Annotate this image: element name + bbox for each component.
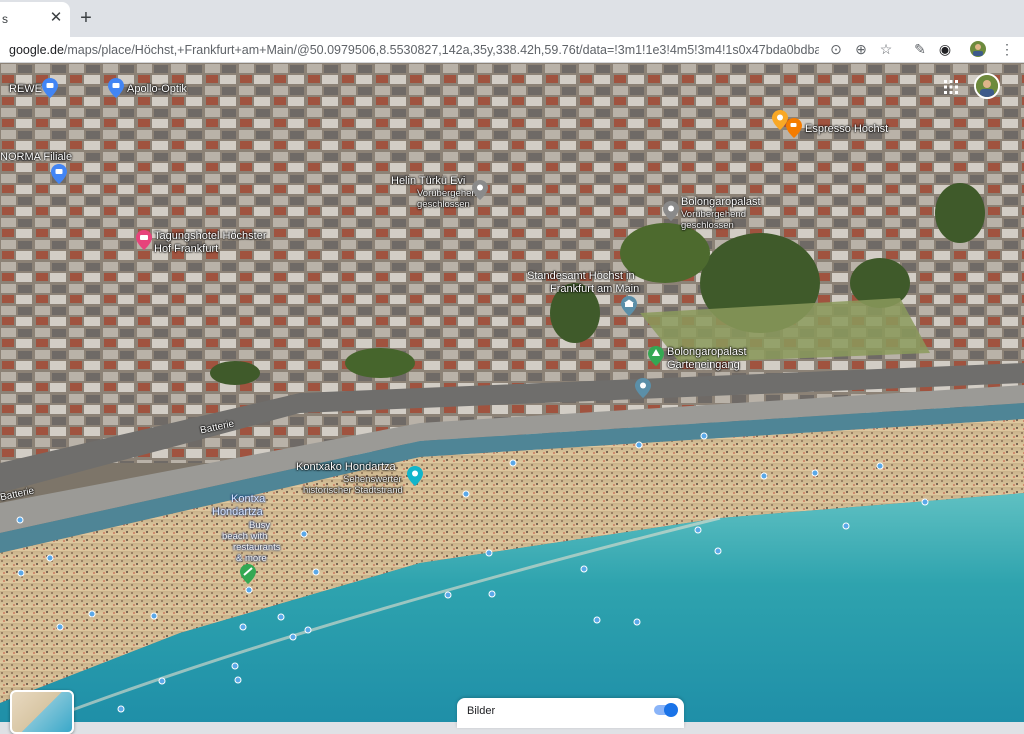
place-description-line2: historischer Stadtstrand bbox=[303, 485, 403, 496]
zoom-icon[interactable]: ⊕ bbox=[853, 41, 869, 57]
cafe-icon[interactable] bbox=[786, 118, 802, 138]
place-label-tagungshotel-line1[interactable]: Tagungshotel Höchster bbox=[154, 230, 267, 243]
place-label-rewe[interactable]: REWE bbox=[9, 83, 42, 96]
place-label-norma[interactable]: NORMA Filiale bbox=[0, 151, 72, 164]
active-tab[interactable]: s ✕ bbox=[0, 2, 70, 37]
satellite-imagery bbox=[0, 63, 1024, 722]
apps-grid-icon[interactable] bbox=[944, 80, 958, 94]
imagery-toggle[interactable] bbox=[654, 703, 678, 717]
url-field[interactable]: google.de/maps/place/Höchst,+Frankfurt+a… bbox=[9, 41, 819, 59]
shopping-icon[interactable] bbox=[51, 164, 67, 184]
place-status-line2: geschlossen bbox=[681, 220, 734, 231]
place-label-tagungshotel-line2[interactable]: Hof Frankfurt bbox=[154, 243, 218, 256]
shopping-icon[interactable] bbox=[108, 78, 124, 98]
place-description-line3: restaurants bbox=[233, 542, 281, 553]
url-host: google.de bbox=[9, 43, 64, 57]
place-label-bolongaropalast[interactable]: Bolongaropalast bbox=[681, 196, 761, 209]
place-label-garteneingang-line1[interactable]: Bolongaropalast bbox=[667, 346, 747, 359]
place-label-kontxa-line1[interactable]: Kontxa bbox=[231, 493, 265, 506]
place-description-line4: & more bbox=[236, 553, 267, 564]
extension-icon[interactable]: ◉ bbox=[937, 41, 953, 57]
place-icon[interactable] bbox=[472, 180, 488, 200]
place-status-line1: Vorübergehend bbox=[681, 209, 746, 220]
place-description-line2: beach with bbox=[222, 531, 268, 542]
place-description-line1: Sehenswerter bbox=[343, 474, 402, 485]
menu-icon[interactable]: ⋮ bbox=[999, 41, 1015, 57]
place-label-helin-turku-evi[interactable]: Helin Türkü Evi bbox=[391, 175, 465, 188]
place-label-standesamt-line1[interactable]: Standesamt Höchst in bbox=[527, 270, 635, 283]
place-description-line1: Busy bbox=[249, 520, 271, 531]
park-icon[interactable] bbox=[648, 346, 664, 366]
tab-strip: s ✕ + bbox=[0, 0, 1024, 37]
place-icon[interactable] bbox=[663, 201, 679, 221]
star-icon[interactable]: ☆ bbox=[878, 41, 894, 57]
place-label-apollo-optik[interactable]: Apollo-Optik bbox=[127, 83, 187, 96]
place-label-kontxako-hondartza[interactable]: Kontxako Hondartza bbox=[296, 461, 396, 474]
place-label-espresso-hoechst[interactable]: Espresso Höchst bbox=[805, 123, 888, 136]
profile-icon[interactable] bbox=[970, 41, 986, 57]
url-path: /maps/place/Höchst,+Frankfurt+am+Main/@5… bbox=[63, 43, 819, 57]
hotel-icon[interactable] bbox=[136, 230, 152, 250]
place-label-standesamt-line2[interactable]: Frankfurt am Main bbox=[550, 283, 639, 296]
map-view[interactable]: REWE Apollo-Optik NORMA Filiale Tagungsh… bbox=[0, 63, 1024, 722]
imagery-card: Bilder bbox=[457, 698, 684, 728]
place-label-garteneingang-line2[interactable]: Garteneingang bbox=[667, 359, 740, 372]
shopping-icon[interactable] bbox=[42, 78, 58, 98]
eyedropper-icon[interactable]: ✎ bbox=[912, 41, 928, 57]
address-bar: google.de/maps/place/Höchst,+Frankfurt+a… bbox=[0, 37, 1024, 63]
beach-icon[interactable] bbox=[240, 564, 256, 584]
layers-toggle-button[interactable] bbox=[10, 690, 74, 734]
close-icon[interactable]: ✕ bbox=[47, 9, 65, 27]
place-status-line2: geschlossen bbox=[417, 199, 470, 210]
attraction-icon[interactable] bbox=[407, 466, 423, 486]
plus-icon[interactable]: + bbox=[76, 7, 96, 29]
location-icon[interactable]: ⊙ bbox=[828, 41, 844, 57]
place-label-kontxa-line2[interactable]: Hondartza bbox=[212, 506, 263, 519]
account-avatar[interactable] bbox=[974, 73, 1000, 99]
tab-title: s bbox=[2, 12, 8, 26]
place-icon[interactable] bbox=[635, 378, 651, 398]
government-icon[interactable] bbox=[621, 296, 637, 316]
imagery-label: Bilder bbox=[467, 705, 496, 717]
